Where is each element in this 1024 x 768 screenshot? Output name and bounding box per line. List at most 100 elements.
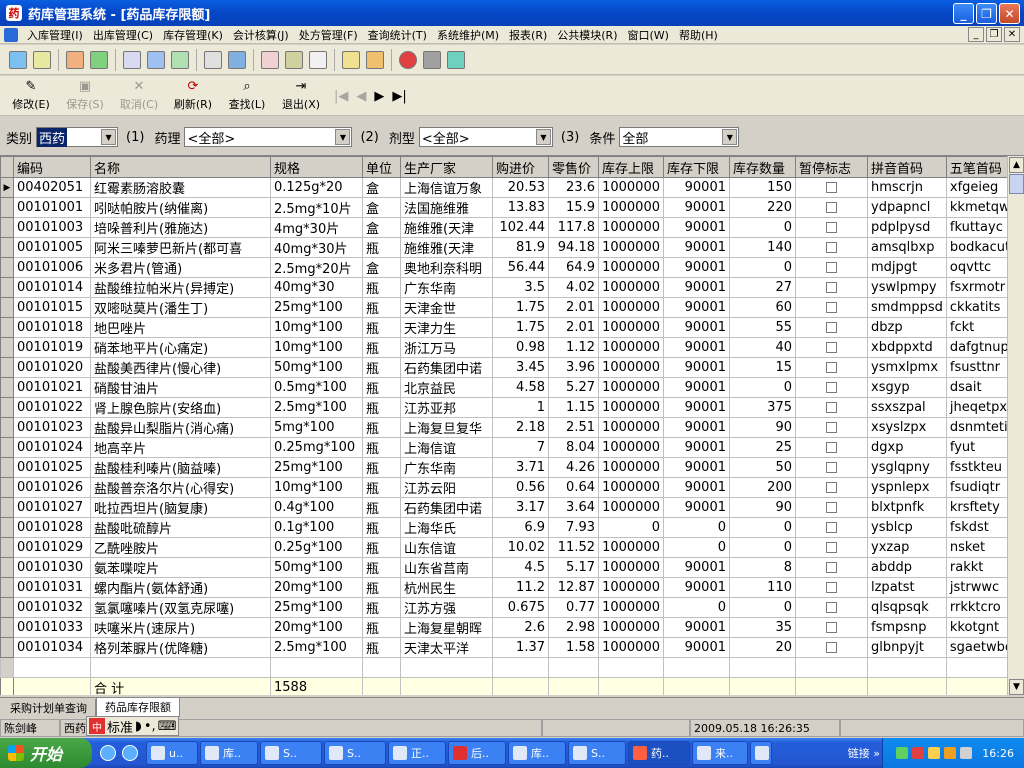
cell-code[interactable]: 00101024 (13, 437, 91, 458)
cell-manufacturer[interactable]: 上海复星朝晖 (400, 617, 493, 638)
cell-stock-min[interactable]: 90001 (663, 457, 730, 478)
cell-stock-max[interactable]: 1000000 (598, 357, 664, 378)
suspend-checkbox[interactable] (826, 622, 837, 633)
cell-purchase-price[interactable]: 1.75 (492, 317, 549, 338)
table-row[interactable]: 00101020 盐酸美西律片(慢心律) 50mg*100 瓶石药集团中诺 3.45 3.… (0, 357, 1022, 378)
cell-stock-max[interactable]: 1000000 (598, 537, 664, 558)
cell-retail-price[interactable]: 1.12 (548, 337, 599, 358)
cell-code[interactable]: 00101030 (13, 557, 91, 578)
cell-manufacturer[interactable]: 上海信谊 (400, 437, 493, 458)
cell-pinyin[interactable]: xbdppxtd (867, 337, 947, 358)
suspend-checkbox[interactable] (826, 202, 837, 213)
ie-icon[interactable] (100, 745, 116, 761)
row-indicator[interactable] (0, 257, 14, 278)
cell-code[interactable]: 00101015 (13, 297, 91, 318)
scroll-up-arrow-icon[interactable]: ▲ (1009, 157, 1024, 173)
cell-spec[interactable]: 25mg*100 (270, 597, 363, 618)
table-row[interactable]: 00101025 盐酸桂利嗪片(脑益嗪) 25mg*100 瓶广东华南 3.71 4.26… (0, 457, 1022, 478)
cell-pinyin[interactable]: ssxszpal (867, 397, 947, 418)
table-row[interactable]: 00101014 盐酸维拉帕米片(异搏定) 40mg*30 瓶广东华南 3.5 4.02 1… (0, 277, 1022, 298)
cell-stock-max[interactable]: 1000000 (598, 277, 664, 298)
cell-pinyin[interactable]: blxtpnfk (867, 497, 947, 518)
cell-name[interactable]: 硝酸甘油片 (90, 377, 271, 398)
col-stock-min-header[interactable]: 库存下限 (663, 156, 730, 178)
cell-retail-price[interactable]: 11.52 (548, 537, 599, 558)
cell-stock-min[interactable]: 90001 (663, 317, 730, 338)
cell-spec[interactable]: 0.5mg*100 (270, 377, 363, 398)
half-moon-icon[interactable]: ◗ (135, 718, 142, 734)
suspend-checkbox[interactable] (826, 602, 837, 613)
col-name-header[interactable]: 名称 (90, 156, 271, 178)
col-retail-price-header[interactable]: 零售价 (548, 156, 599, 178)
cell-spec[interactable]: 0.25mg*100 (270, 437, 363, 458)
cell-pinyin[interactable]: glbnpyjt (867, 637, 947, 658)
cell-unit[interactable]: 瓶 (362, 577, 401, 598)
dropdown-arrow-icon[interactable]: ▼ (101, 129, 117, 145)
cell-spec[interactable]: 40mg*30片 (270, 237, 363, 258)
cell-spec[interactable]: 10mg*100 (270, 337, 363, 358)
suspend-checkbox[interactable] (826, 642, 837, 653)
cell-spec[interactable]: 10mg*100 (270, 477, 363, 498)
cell-spec[interactable]: 0.1g*100 (270, 517, 363, 538)
cell-unit[interactable]: 瓶 (362, 457, 401, 478)
cell-code[interactable]: 00101014 (13, 277, 91, 298)
cell-stock-max[interactable]: 1000000 (598, 237, 664, 258)
suspend-checkbox[interactable] (826, 262, 837, 273)
cell-stock-qty[interactable]: 55 (729, 317, 796, 338)
cell-manufacturer[interactable]: 广东华南 (400, 277, 493, 298)
table-row[interactable]: 00101015 双嘧哒莫片(潘生丁) 25mg*100 瓶天津金世 1.75 2.01 1… (0, 297, 1022, 318)
cell-stock-min[interactable]: 90001 (663, 577, 730, 598)
cell-manufacturer[interactable]: 天津太平洋 (400, 637, 493, 658)
cell-stock-min[interactable]: 90001 (663, 277, 730, 298)
nav-last-button[interactable]: ▶| (392, 89, 406, 104)
punctuation-icon[interactable]: •, (144, 718, 156, 734)
cell-name[interactable]: 红霉素肠溶胶囊 (90, 177, 271, 198)
cell-pinyin[interactable]: yswlpmpy (867, 277, 947, 298)
cell-manufacturer[interactable]: 上海复旦复华 (400, 417, 493, 438)
start-button[interactable]: 开始 (0, 738, 92, 768)
table-row[interactable]: ▶ 00402051 红霉素肠溶胶囊 0.125g*20 盒上海信谊万象 20.53 23.… (0, 177, 1022, 198)
cell-stock-qty[interactable]: 90 (729, 497, 796, 518)
clipboard-icon[interactable] (123, 50, 141, 69)
cell-unit[interactable]: 瓶 (362, 337, 401, 358)
cell-spec[interactable]: 2.5mg*100 (270, 397, 363, 418)
cell-retail-price[interactable]: 5.17 (548, 557, 599, 578)
cell-code[interactable]: 00101029 (13, 537, 91, 558)
cell-name[interactable]: 米多君片(管通) (90, 257, 271, 278)
suspend-checkbox[interactable] (826, 562, 837, 573)
cell-purchase-price[interactable]: 10.02 (492, 537, 549, 558)
cell-name[interactable]: 盐酸美西律片(慢心律) (90, 357, 271, 378)
vertical-scrollbar[interactable]: ▲ ▼ (1007, 156, 1024, 695)
cell-stock-qty[interactable]: 375 (729, 397, 796, 418)
table-row[interactable]: 00101030 氨苯喋啶片 50mg*100 瓶山东省莒南 4.5 5.17 100000… (0, 557, 1022, 578)
cell-purchase-price[interactable]: 1.37 (492, 637, 549, 658)
cell-purchase-price[interactable]: 7 (492, 437, 549, 458)
cell-spec[interactable]: 5mg*100 (270, 417, 363, 438)
pen-icon[interactable] (944, 747, 957, 759)
refresh-button[interactable]: ⟳ 刷新(R) (166, 77, 220, 115)
cell-pinyin[interactable]: ysmxlpmx (867, 357, 947, 378)
pharmacology-select[interactable]: <全部> ▼ (184, 127, 353, 147)
cell-manufacturer[interactable]: 施维雅(天津 (400, 217, 493, 238)
cell-pinyin[interactable]: smdmppsd (867, 297, 947, 318)
cell-code[interactable]: 00101006 (13, 257, 91, 278)
cell-stock-min[interactable]: 90001 (663, 377, 730, 398)
suspend-checkbox[interactable] (826, 182, 837, 193)
suspend-checkbox[interactable] (826, 462, 837, 473)
cell-code[interactable]: 00101026 (13, 477, 91, 498)
cell-pinyin[interactable]: pdplpysd (867, 217, 947, 238)
condition-select[interactable]: 全部 ▼ (619, 127, 740, 147)
cell-name[interactable]: 硝苯地平片(心痛定) (90, 337, 271, 358)
menu-common[interactable]: 公共模块(R) (552, 27, 622, 43)
mdi-restore-button[interactable]: ❐ (986, 27, 1002, 42)
task-button[interactable]: 来.. (692, 741, 748, 765)
row-indicator[interactable] (0, 597, 14, 618)
table-row[interactable]: 00101033 呋噻米片(速尿片) 20mg*100 瓶上海复星朝晖 2.6 2.98 1… (0, 617, 1022, 638)
row-indicator[interactable] (0, 517, 14, 538)
col-manufacturer-header[interactable]: 生产厂家 (400, 156, 493, 178)
task-button[interactable] (750, 741, 772, 765)
calculator-icon[interactable] (261, 50, 279, 69)
media-icon[interactable] (122, 745, 138, 761)
nav-next-button[interactable]: ▶ (374, 89, 384, 104)
table-row[interactable]: 00101023 盐酸异山梨脂片(消心痛) 5mg*100 瓶上海复旦复华 2.18 2.… (0, 417, 1022, 438)
